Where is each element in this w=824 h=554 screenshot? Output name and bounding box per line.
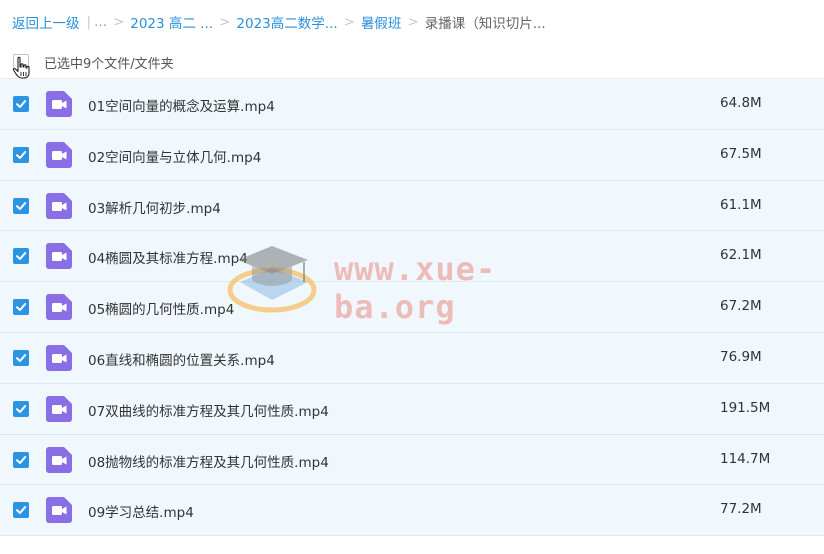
row-checkbox[interactable] (13, 349, 29, 366)
file-size: 77.2M (720, 501, 762, 518)
checkmark-icon (16, 201, 27, 210)
video-file-icon (46, 141, 72, 168)
checkmark-icon (16, 506, 27, 515)
video-file-icon (46, 344, 72, 371)
video-file-icon (46, 446, 72, 473)
file-name[interactable]: 06直线和椭圆的位置关系.mp4 (88, 349, 275, 369)
file-name[interactable]: 02空间向量与立体几何.mp4 (88, 146, 261, 166)
video-file-icon (46, 192, 72, 219)
file-row[interactable]: 05椭圆的几何性质.mp4 67.2M (0, 282, 824, 333)
file-row[interactable]: 09学习总结.mp4 77.2M (0, 485, 824, 537)
file-name[interactable]: 09学习总结.mp4 (88, 501, 194, 521)
file-name[interactable]: 08抛物线的标准方程及其几何性质.mp4 (88, 451, 329, 471)
row-checkbox[interactable] (13, 146, 29, 163)
file-row[interactable]: 01空间向量的概念及运算.mp4 64.8M (0, 79, 824, 130)
breadcrumb-separator-icon: > (219, 14, 231, 30)
breadcrumb-ellipsis[interactable]: ... (94, 14, 107, 30)
file-list: 01空间向量的概念及运算.mp4 64.8M 02空间向量与立体几何.mp4 6… (0, 79, 824, 537)
file-size: 67.2M (720, 298, 762, 315)
row-checkbox[interactable] (13, 451, 29, 468)
row-checkbox[interactable] (13, 400, 29, 417)
back-link[interactable]: 返回上一级 (12, 12, 80, 32)
checkmark-icon (16, 404, 27, 413)
file-size: 64.8M (720, 95, 762, 111)
file-size: 76.9M (720, 348, 762, 365)
file-name[interactable]: 07双曲线的标准方程及其几何性质.mp4 (88, 400, 329, 420)
file-row[interactable]: 04椭圆及其标准方程.mp4 62.1M (0, 231, 824, 283)
breadcrumb: 返回上一级 | ... > 2023 高二 ... > 2023高二数学... … (12, 0, 824, 44)
video-file-icon (46, 395, 72, 422)
breadcrumb-divider: | (86, 14, 92, 30)
file-size: 62.1M (720, 247, 762, 264)
file-name[interactable]: 01空间向量的概念及运算.mp4 (88, 95, 275, 115)
file-size: 67.5M (720, 145, 762, 162)
row-checkbox[interactable] (13, 248, 29, 265)
row-checkbox[interactable] (13, 96, 29, 112)
file-row[interactable]: 08抛物线的标准方程及其几何性质.mp4 114.7M (0, 434, 824, 486)
file-name[interactable]: 05椭圆的几何性质.mp4 (88, 298, 234, 318)
video-file-icon (46, 294, 72, 321)
file-size: 61.1M (720, 196, 762, 213)
video-file-icon (46, 91, 72, 117)
hand-pointer-icon (12, 56, 30, 79)
video-file-icon (46, 497, 72, 524)
breadcrumb-separator-icon: > (407, 14, 419, 30)
file-name[interactable]: 04椭圆及其标准方程.mp4 (88, 247, 248, 267)
breadcrumb-item-summer-class[interactable]: 暑假班 (361, 12, 402, 32)
breadcrumb-item-grade[interactable]: 2023 高二 ... (130, 12, 213, 32)
selection-header: 已选中9个文件/文件夹 (0, 44, 824, 79)
file-size: 114.7M (720, 450, 771, 467)
file-name[interactable]: 03解析几何初步.mp4 (88, 197, 221, 217)
file-size: 191.5M (720, 399, 771, 416)
checkmark-icon (16, 100, 27, 108)
checkmark-icon (16, 455, 27, 464)
checkmark-icon (16, 150, 27, 159)
breadcrumb-separator-icon: > (343, 14, 355, 30)
row-checkbox[interactable] (13, 197, 29, 214)
breadcrumb-separator-icon: > (112, 14, 125, 30)
video-file-icon (46, 243, 72, 270)
selection-count-label: 已选中9个文件/文件夹 (44, 57, 174, 72)
row-checkbox[interactable] (13, 299, 29, 316)
breadcrumb-current: 录播课（知识切片... (424, 16, 546, 32)
file-row[interactable]: 02空间向量与立体几何.mp4 67.5M (0, 129, 824, 181)
checkmark-icon (16, 353, 27, 362)
breadcrumb-item-math[interactable]: 2023高二数学... (236, 12, 337, 32)
checkmark-icon (16, 252, 27, 261)
file-row[interactable]: 03解析几何初步.mp4 61.1M (0, 180, 824, 232)
file-row[interactable]: 06直线和椭圆的位置关系.mp4 76.9M (0, 332, 824, 384)
checkmark-icon (16, 303, 27, 312)
file-row[interactable]: 07双曲线的标准方程及其几何性质.mp4 191.5M (0, 383, 824, 435)
row-checkbox[interactable] (13, 502, 29, 519)
